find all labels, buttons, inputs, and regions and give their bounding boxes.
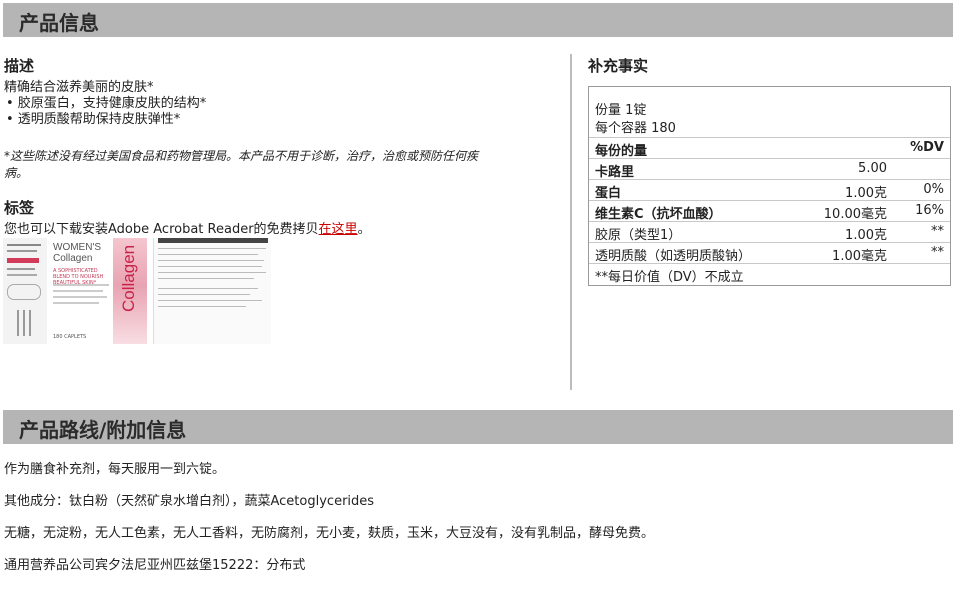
product-label-image[interactable]: WOMEN'S Collagen A SOPHISTICATED BLEND T… [3,238,271,344]
facts-row: 维生素C（抗坏血酸） 10.00毫克 16% [589,200,950,222]
facts-row: 卡路里 5.00 [589,158,950,180]
supplement-facts-table: 份量 1锭 每个容器 180 每份的量 %DV 卡路里 5.00 蛋白 1.00… [588,86,951,286]
download-line: 您也可以下载安装Adobe Acrobat Reader的免费拷贝在这里。 [4,222,371,238]
description-bullet: • 透明质酸帮助保持皮肤弹性* [6,112,181,127]
label-vertical-word: Collagen [119,244,138,312]
servings-per-container-row: 每个容器 180 [589,117,950,137]
facts-row: 胶原（类型1） 1.00克 ** [589,221,950,243]
per-serving-header: 每份的量 [595,144,648,159]
facts-row: 透明质酸（如透明质酸钠） 1.00毫克 ** [589,242,950,264]
download-link[interactable]: 在这里 [319,222,358,237]
product-info-title: 产品信息 [19,11,99,35]
route-section-bar: 产品路线/附加信息 [3,410,953,444]
label-side-strip [3,238,47,344]
nutrient-name: 维生素C（抗坏血酸） [595,207,722,222]
download-text: 您也可以下载安装Adobe Acrobat Reader的免费拷贝 [4,222,319,237]
nutrient-amount: 1.00克 [845,186,887,201]
dv-header: %DV [910,140,944,155]
facts-header-row: 每份的量 %DV [589,137,950,159]
disclaimer-line: 病。 [4,166,29,180]
label-brand-line: Collagen [53,253,93,264]
usage-text: 作为膳食补充剂，每天服用一到六锭。 [4,462,226,477]
nutrient-amount: 10.00毫克 [823,207,887,222]
download-end: 。 [357,222,371,237]
distributor-text: 通用营养品公司宾夕法尼亚州匹兹堡15222：分布式 [4,558,306,573]
nutrient-dv: ** [931,224,944,239]
facts-row: 蛋白 1.00克 0% [589,179,950,201]
label-facts-panel [153,238,271,344]
facts-footnote: **每日价值（DV）不成立 [595,270,744,285]
label-brand-line: WOMEN'S [53,242,102,253]
description-heading: 描述 [4,57,35,75]
label-heading: 标签 [4,199,35,217]
column-divider [570,54,572,390]
nutrient-name: 蛋白 [595,186,622,201]
nutrient-amount: 1.00毫克 [832,249,887,264]
nutrient-name: 卡路里 [595,165,635,180]
description-bullet: • 胶原蛋白，支持健康皮肤的结构* [6,96,207,111]
nutrient-name: 透明质酸（如透明质酸钠） [595,249,752,264]
facts-footnote-row: **每日价值（DV）不成立 [589,263,950,285]
nutrient-amount: 1.00克 [845,228,887,243]
serving-size-row: 份量 1锭 [589,97,950,118]
servings-per-container: 每个容器 180 [595,121,676,136]
free-from-text: 无糖，无淀粉，无人工色素，无人工香料，无防腐剂，无小麦，麸质，玉米，大豆没有，没… [4,526,655,541]
other-ingredients-text: 其他成分：钛白粉（天然矿泉水增白剂），蔬菜Acetoglycerides [4,494,375,509]
nutrient-dv: 16% [915,203,944,218]
supplement-facts-heading: 补充事实 [588,57,649,75]
nutrient-dv: ** [931,245,944,260]
serving-size: 份量 1锭 [595,103,647,118]
route-title: 产品路线/附加信息 [19,418,187,442]
description-intro: 精确结合滋养美丽的皮肤* [4,80,154,95]
product-info-section-bar: 产品信息 [3,3,953,37]
nutrient-name: 胶原（类型1） [595,228,682,243]
nutrient-dv: 0% [923,182,944,197]
label-count: 180 CAPLETS [53,334,87,340]
disclaimer-line: *这些陈述没有经过美国食品和药物管理局。本产品不用于诊断，治疗，治愈或预防任何疾 [4,149,479,163]
nutrient-amount: 5.00 [858,161,887,176]
